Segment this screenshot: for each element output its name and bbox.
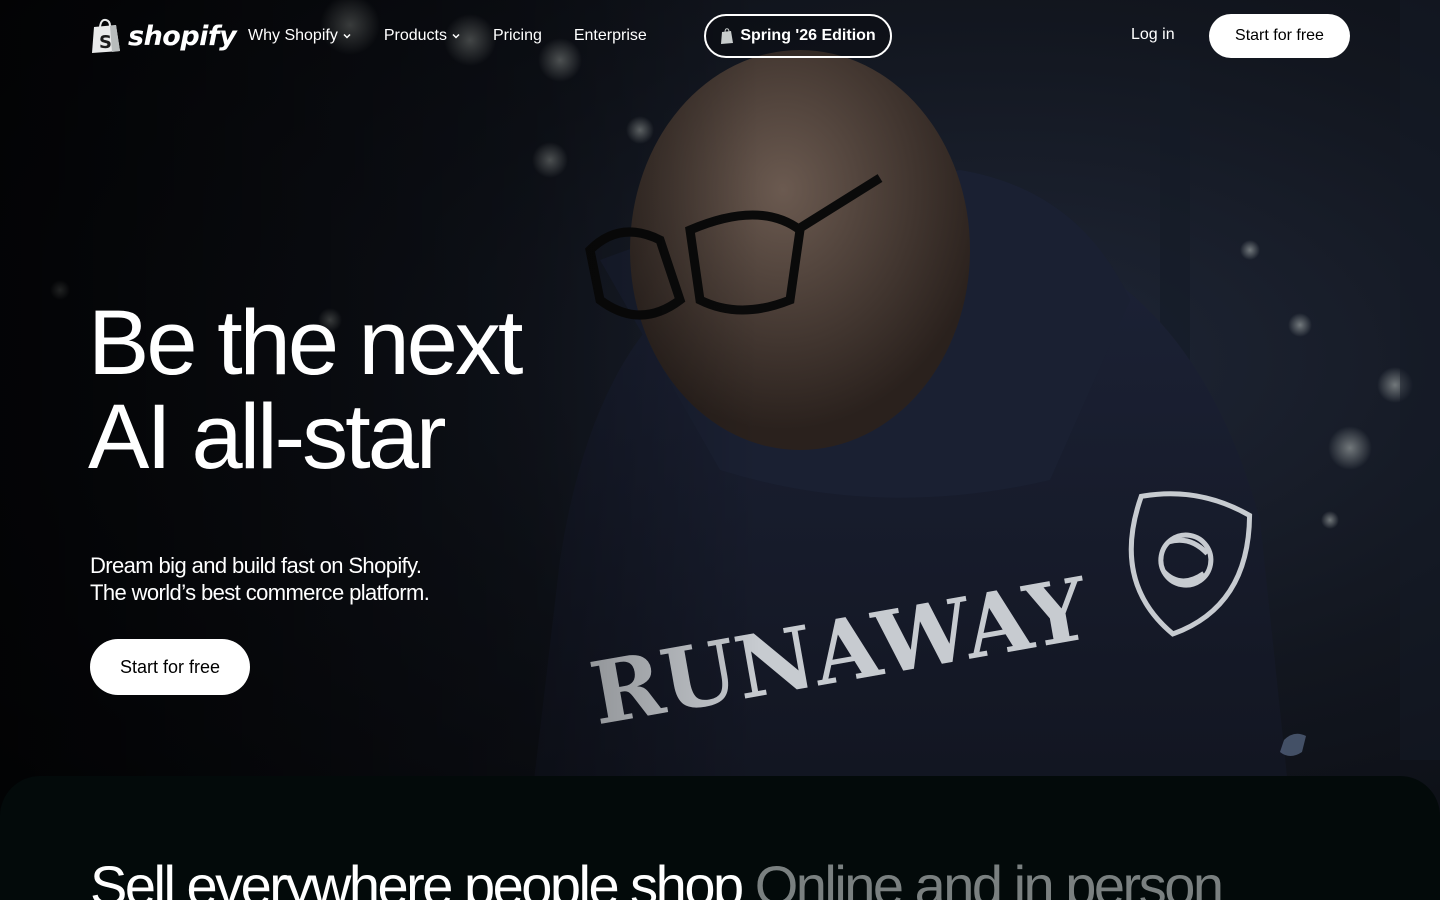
chevron-down-icon — [343, 33, 351, 39]
chevron-down-icon — [452, 33, 460, 39]
subheadline-line-1: Dream big and build fast on Shopify. — [90, 553, 422, 578]
svg-text:S: S — [99, 32, 112, 53]
hero-headline: Be the next AI all-star — [88, 296, 708, 484]
nav-item-pricing[interactable]: Pricing — [493, 27, 542, 45]
section-title-strong: Sell everywhere people shop — [90, 854, 744, 900]
headline-line-1: Be the next — [88, 292, 523, 394]
headline-line-2: AI all-star — [88, 386, 447, 488]
nav-item-products[interactable]: Products — [384, 27, 461, 45]
edition-label: Spring '26 Edition — [740, 27, 876, 44]
shopify-logo[interactable]: S shopify — [90, 16, 237, 56]
brand-name: shopify — [128, 20, 237, 52]
nav-menu: Why Shopify Products Pricing Enterprise — [248, 22, 647, 50]
nav-item-label: Pricing — [492, 27, 542, 44]
nav-item-label: Why Shopify — [248, 27, 338, 44]
nav-item-enterprise[interactable]: Enterprise — [574, 27, 647, 45]
spring-edition-button[interactable]: Spring '26 Edition — [704, 14, 892, 58]
nav-item-why-shopify[interactable]: Why Shopify — [248, 27, 352, 45]
shopify-bag-icon: S — [92, 18, 120, 53]
shopify-bag-icon — [721, 28, 734, 44]
nav-item-label: Products — [383, 27, 447, 44]
sell-everywhere-section: Sell everywhere people shop Online and i… — [0, 776, 1440, 900]
login-link[interactable]: Log in — [1131, 26, 1175, 44]
nav-item-label: Enterprise — [573, 27, 647, 44]
video-control-icon — [1280, 733, 1306, 756]
hero-subheadline: Dream big and build fast on Shopify. The… — [90, 552, 590, 606]
section-title: Sell everywhere people shop Online and i… — [90, 854, 1224, 900]
subheadline-line-2: The world’s best commerce platform. — [90, 580, 430, 605]
section-title-muted: Online and in person — [754, 854, 1224, 900]
start-for-free-button[interactable]: Start for free — [1209, 14, 1350, 58]
hero-start-for-free-button[interactable]: Start for free — [90, 639, 250, 695]
top-navigation: S shopify Why Shopify Products Pricing E… — [0, 0, 1440, 72]
hero-section: RUNAWAY S shopify Why Shopify Products P… — [0, 0, 1440, 900]
